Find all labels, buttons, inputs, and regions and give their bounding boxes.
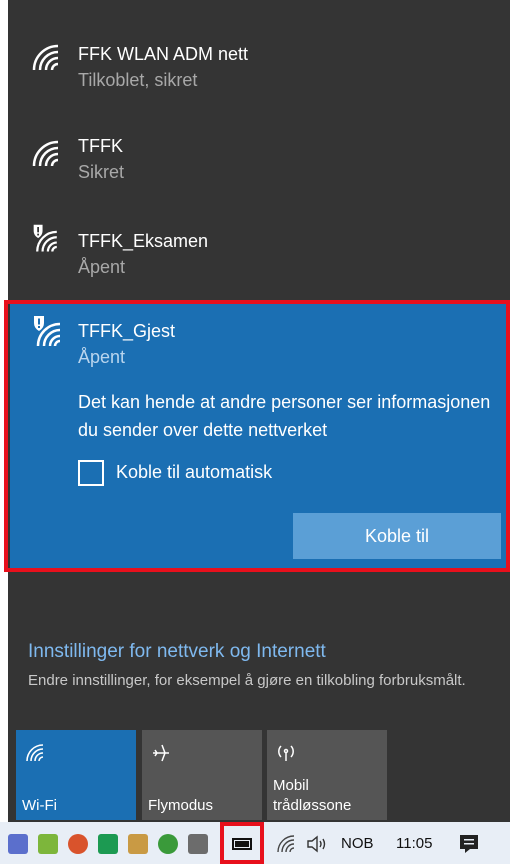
taskbar: NOB 11:05 (0, 822, 510, 864)
network-status: Åpent (78, 257, 126, 277)
hotspot-icon (278, 745, 294, 761)
teams-icon[interactable] (8, 834, 28, 854)
battery-highlight (220, 822, 264, 864)
volume-icon[interactable] (306, 834, 330, 854)
language-indicator[interactable]: NOB (341, 835, 374, 852)
mobile-hotspot-tile[interactable]: Mobil trådløssone (267, 730, 387, 820)
tile-label: Mobil trådløssone (273, 777, 352, 814)
tile-label: Wi-Fi (22, 797, 57, 814)
network-flyout: FFK WLAN ADM nett Tilkoblet, sikret TFFK… (8, 0, 510, 822)
network-item-tffk[interactable]: TFFK Sikret (8, 110, 510, 200)
device-icon[interactable] (188, 834, 208, 854)
network-status: Tilkoblet, sikret (78, 70, 198, 90)
app-icon[interactable] (128, 834, 148, 854)
network-settings-link[interactable]: Innstillinger for nettverk og Internett (28, 641, 326, 663)
network-item-ffk-wlan-adm[interactable]: FFK WLAN ADM nett Tilkoblet, sikret (8, 0, 510, 100)
airplane-icon (153, 744, 169, 762)
network-name: FFK WLAN ADM nett (78, 44, 249, 64)
wifi-toggle-tile[interactable]: Wi-Fi (16, 730, 136, 820)
app-icon[interactable] (38, 834, 58, 854)
wifi-open-warning-icon (34, 316, 61, 347)
auto-connect-label: Koble til automatisk (116, 462, 273, 482)
notification-center-icon[interactable] (458, 833, 480, 855)
auto-connect-checkbox[interactable] (78, 460, 104, 486)
app-icon[interactable] (68, 834, 88, 854)
clock[interactable]: 11:05 (396, 835, 432, 852)
network-item-tffk-gjest-expanded[interactable]: TFFK_Gjest Åpent Det kan hende at andre … (10, 304, 508, 570)
network-name: TFFK_Gjest (78, 321, 176, 341)
battery-icon[interactable] (232, 838, 252, 850)
shield-icon[interactable] (98, 834, 118, 854)
airplane-mode-tile[interactable]: Flymodus (142, 730, 262, 820)
security-warning: Det kan hende at andre personer ser info… (78, 392, 491, 440)
network-status: Sikret (78, 162, 125, 182)
network-settings-description: Endre innstillinger, for eksempel å gjør… (28, 672, 466, 689)
network-name: TFFK (78, 136, 123, 156)
tile-label: Flymodus (148, 797, 214, 814)
wifi-icon (32, 44, 59, 71)
warning-app-icon[interactable] (158, 834, 178, 854)
wifi-icon (32, 140, 59, 167)
network-name: TFFK_Eksamen (78, 231, 209, 251)
wifi-open-warning-icon (33, 224, 57, 252)
wifi-icon (26, 744, 44, 762)
network-item-tffk-eksamen[interactable]: TFFK_Eksamen Åpent (8, 205, 510, 295)
network-status: Åpent (78, 347, 126, 367)
wifi-icon[interactable] (276, 834, 296, 854)
connect-button[interactable]: Koble til (293, 513, 501, 559)
